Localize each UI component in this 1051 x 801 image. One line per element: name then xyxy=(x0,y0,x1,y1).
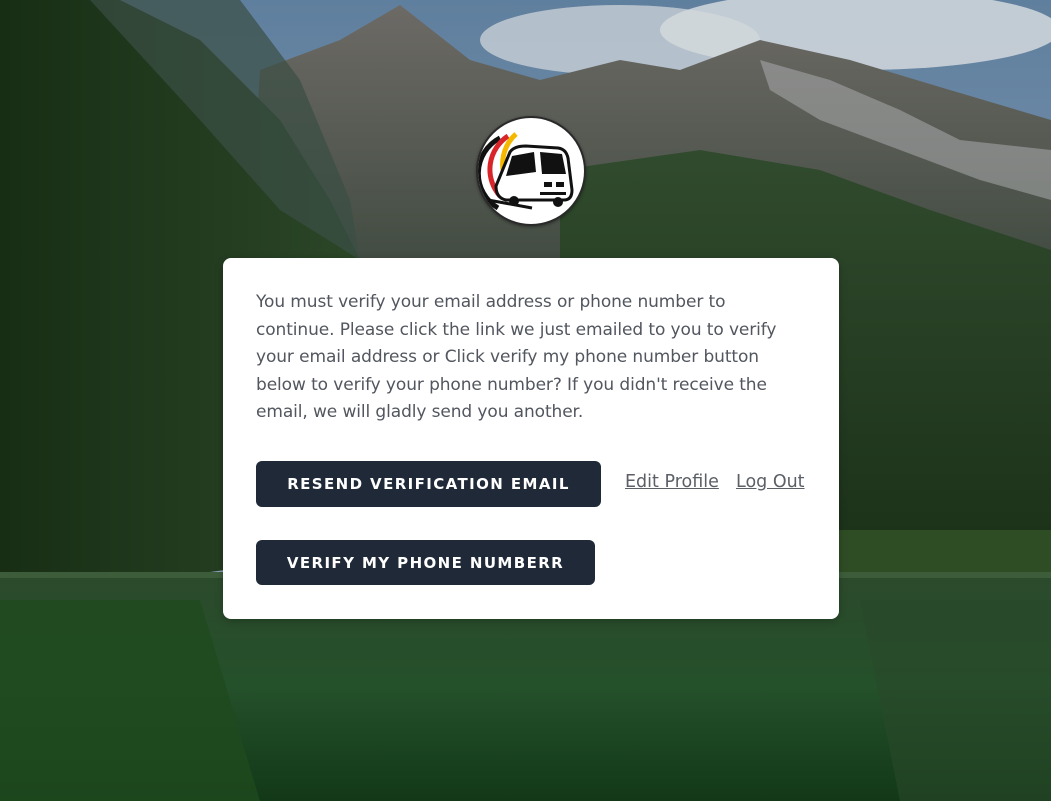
verification-message: You must verify your email address or ph… xyxy=(256,292,777,423)
verification-card: You must verify your email address or ph… xyxy=(223,258,839,619)
verify-phone-number-button[interactable]: Verify My Phone Numberr xyxy=(256,540,595,585)
edit-profile-link[interactable]: Edit Profile xyxy=(625,472,719,492)
logout-link[interactable]: Log Out xyxy=(736,472,805,492)
bus-logo-icon xyxy=(478,132,574,211)
resend-verification-email-button[interactable]: Resend Verification Email xyxy=(256,461,601,507)
bus-logo xyxy=(476,116,586,226)
